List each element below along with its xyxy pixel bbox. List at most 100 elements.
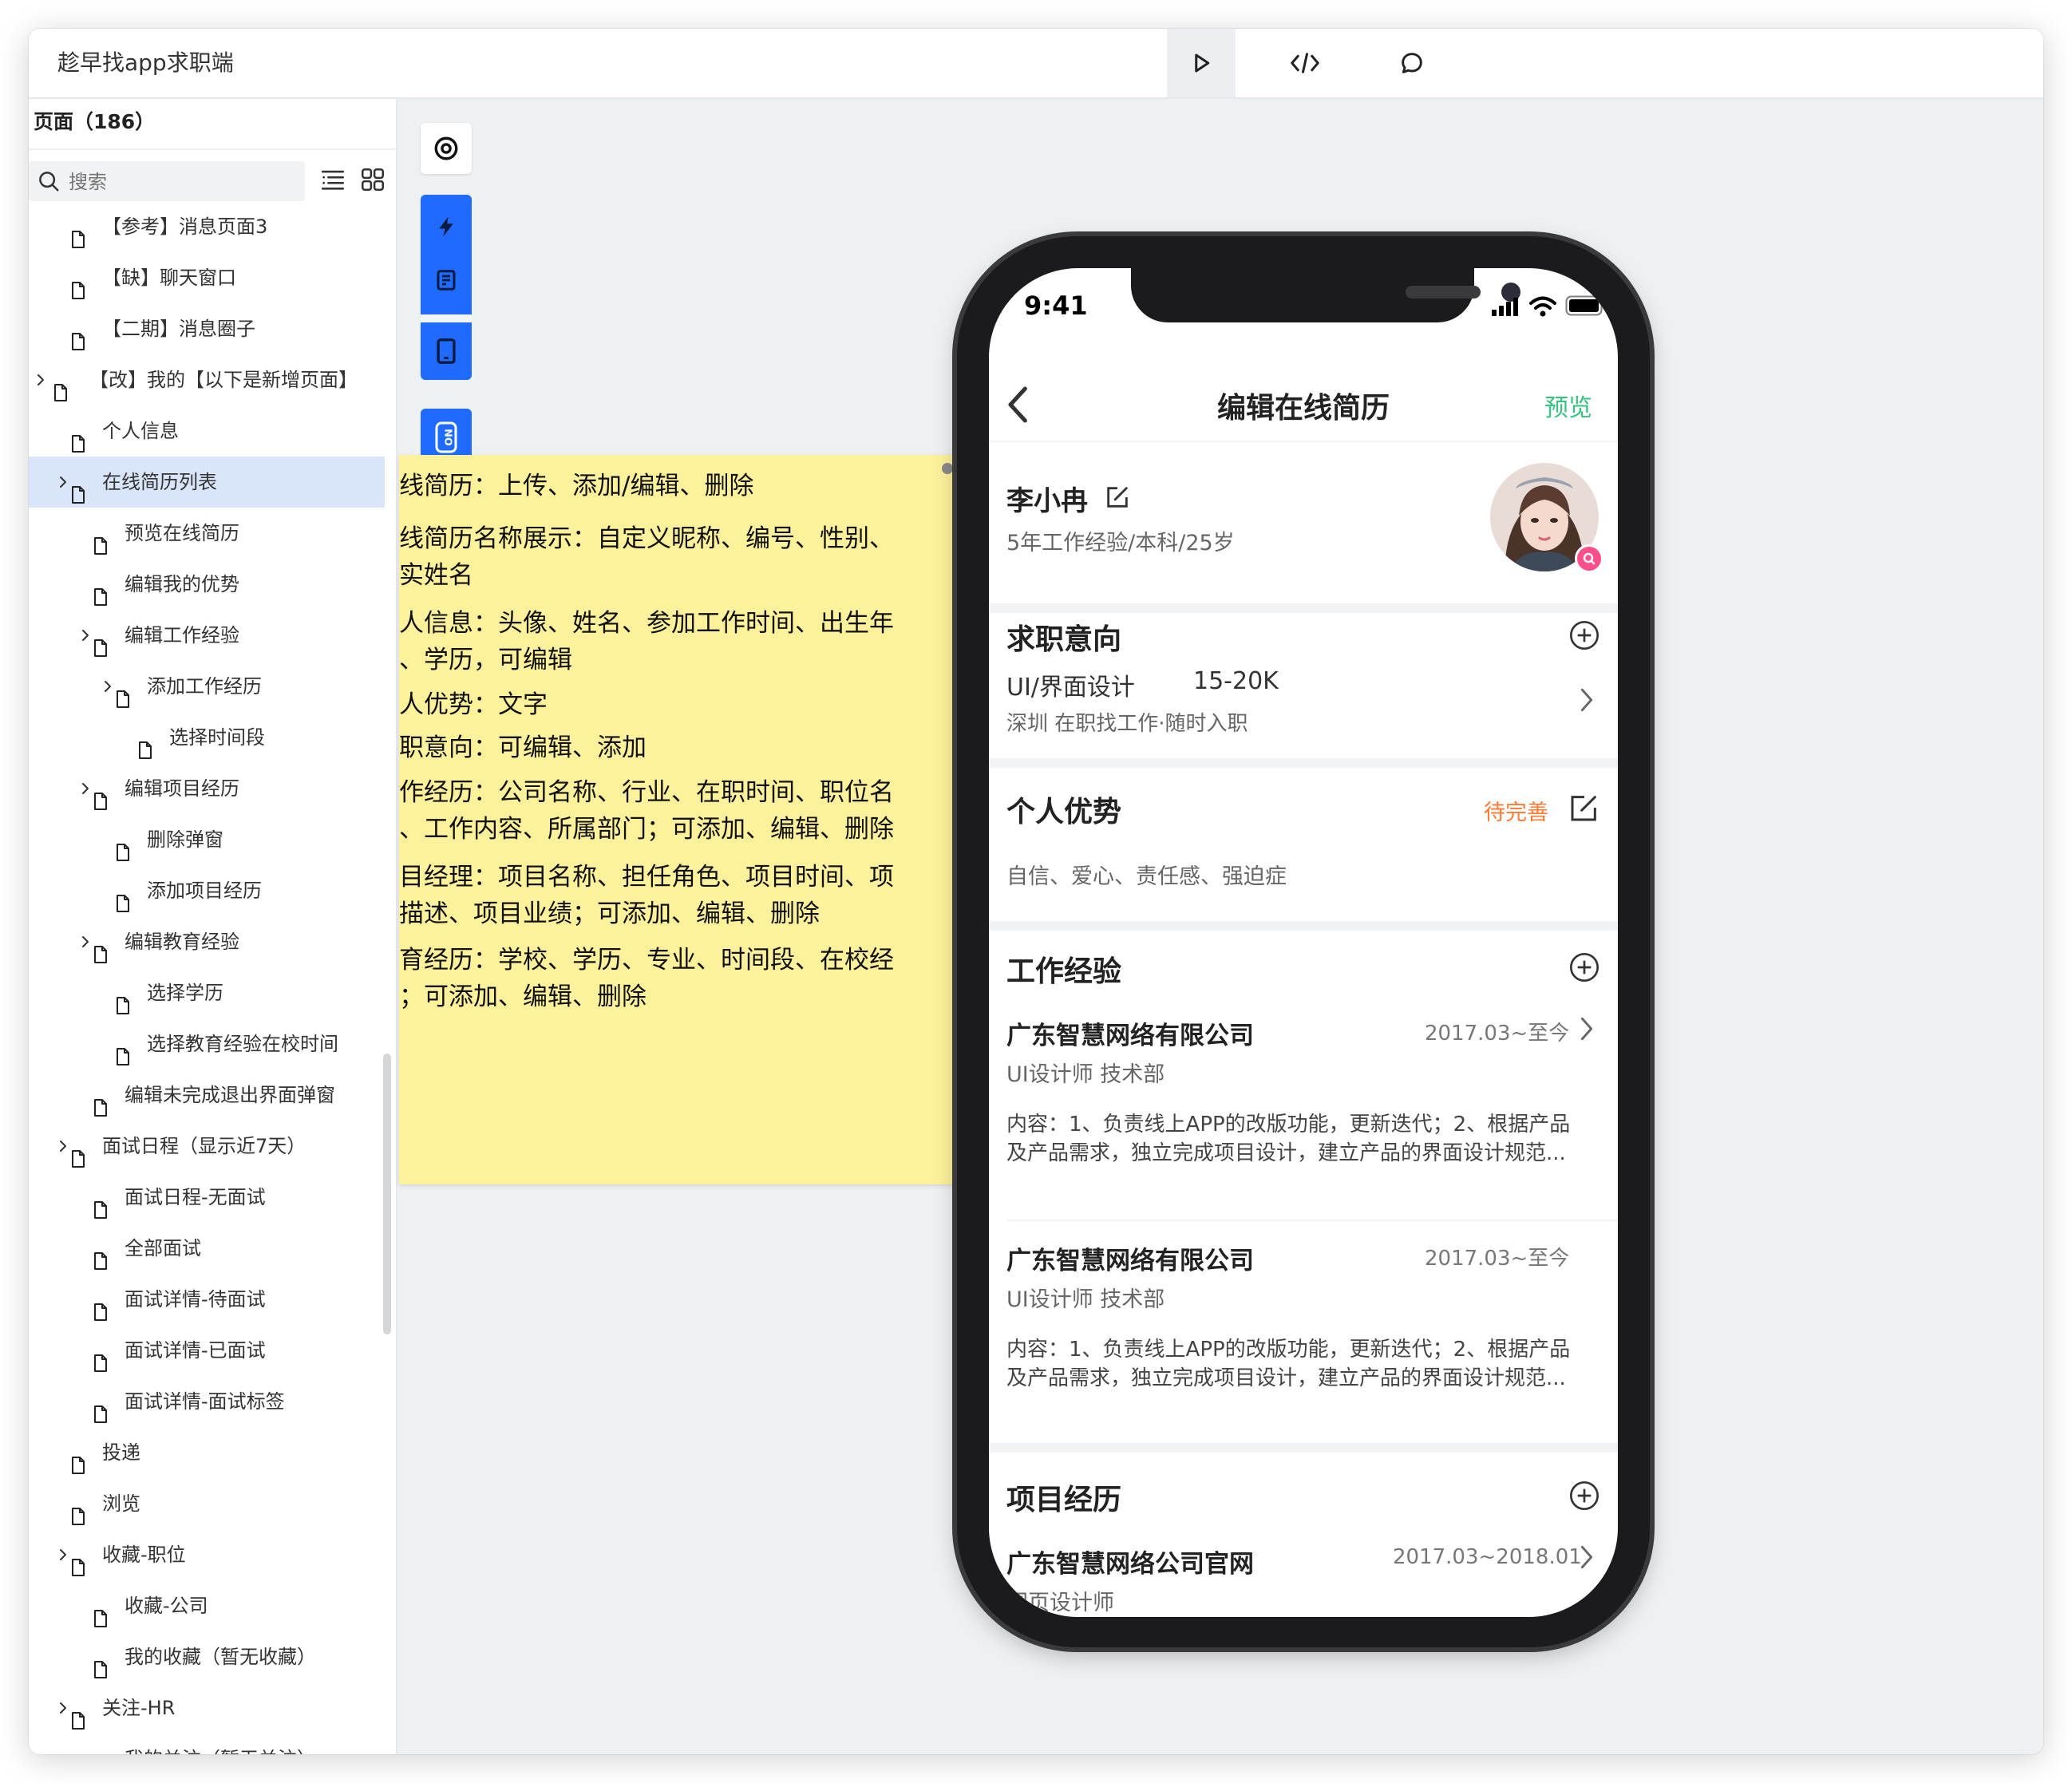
sidebar-scrollbar[interactable] <box>383 1054 391 1334</box>
lightning-icon[interactable] <box>434 212 458 241</box>
page-tree-item[interactable]: 面试详情-已面试 <box>29 1325 385 1376</box>
work-date: 2017.03~至今 <box>1425 1022 1570 1046</box>
section-divider <box>989 603 1618 613</box>
chevron-right-icon[interactable] <box>1578 686 1596 714</box>
chevron-right-icon[interactable] <box>56 1529 70 1580</box>
note-line: 育经历：学校、学历、专业、时间段、在校经 <box>399 946 894 975</box>
chevron-right-icon[interactable] <box>56 1682 70 1734</box>
page-tree-item[interactable]: 删除弹窗 <box>29 814 385 865</box>
nav-divider <box>989 441 1618 442</box>
page-tree-item[interactable]: 编辑项目经历 <box>29 763 385 814</box>
page-tree-label: 面试日程（显示近7天） <box>102 1135 306 1157</box>
page-tree-label: 编辑教育经验 <box>125 931 239 953</box>
page-tree-label: 添加项目经历 <box>147 880 262 902</box>
page-search[interactable] <box>29 161 305 203</box>
project-date: 2017.03~2018.01 <box>1393 1545 1582 1569</box>
page-tree-item[interactable]: 收藏-公司 <box>29 1580 385 1631</box>
work-content-line: 及产品需求，独立完成项目设计，建立产品的界面设计规范... <box>1006 1366 1566 1390</box>
page-tree-label: 面试详情-待面试 <box>125 1288 266 1311</box>
page-tree-item[interactable]: 【二期】消息圈子 <box>29 303 385 354</box>
note-line: 作经历：公司名称、行业、在职时间、职位名 <box>399 778 894 807</box>
page-tree-item[interactable]: 浏览 <box>29 1478 385 1529</box>
page-tree-item[interactable]: 编辑我的优势 <box>29 559 385 610</box>
page-tree-item[interactable]: 关注-HR <box>29 1682 385 1734</box>
comment-button[interactable] <box>1378 29 1446 97</box>
search-input[interactable] <box>67 161 302 203</box>
add-intent-icon[interactable] <box>1568 619 1600 651</box>
code-button[interactable] <box>1271 29 1339 97</box>
page-tree-item[interactable]: 面试详情-面试标签 <box>29 1376 385 1427</box>
on-toggle-icon: ON <box>435 421 457 453</box>
page-tree-item[interactable]: 添加项目经历 <box>29 865 385 916</box>
section-divider <box>989 1443 1618 1453</box>
page-tree-label: 【参考】消息页面3 <box>102 215 268 238</box>
pages-sidebar: 页面（186） 【参考】消息页面3 【缺】聊天窗口【二期】消息圈子【改】我的【以下… <box>29 99 397 1754</box>
page-tree-item[interactable]: 面试详情-待面试 <box>29 1274 385 1325</box>
page-tree-label: 关注-HR <box>102 1697 176 1719</box>
grid-view-icon[interactable] <box>359 166 386 193</box>
chevron-right-icon[interactable] <box>78 916 93 967</box>
advantage-text: 自信、爱心、责任感、强迫症 <box>1006 864 1287 889</box>
page-tree-item[interactable]: 选择教育经验在校时间 <box>29 1018 385 1069</box>
divider <box>29 148 396 150</box>
target-button[interactable] <box>421 123 472 174</box>
profile-meta: 5年工作经验/本科/25岁 <box>1006 531 1235 555</box>
page-tree-item[interactable]: 我的关注（暂无关注） <box>29 1734 385 1754</box>
page-tree-item[interactable]: 【缺】聊天窗口 <box>29 252 385 303</box>
edit-icon[interactable] <box>1104 484 1131 511</box>
page-tree: 【参考】消息页面3 【缺】聊天窗口【二期】消息圈子【改】我的【以下是新增页面】 个人… <box>29 201 385 1754</box>
code-icon <box>1291 53 1319 73</box>
page-tree-item[interactable]: 预览在线简历 <box>29 508 385 559</box>
chevron-right-icon[interactable] <box>101 661 115 712</box>
chevron-right-icon[interactable] <box>1578 1544 1596 1571</box>
note-line: 人信息：头像、姓名、参加工作时间、出生年 <box>399 609 894 638</box>
page-tree-item[interactable]: 编辑教育经验 <box>29 916 385 967</box>
svg-text:ON: ON <box>444 429 456 446</box>
note-line: 目经理：项目名称、担任角色、项目时间、项 <box>399 863 894 892</box>
chevron-right-icon[interactable] <box>78 610 93 661</box>
phone-screen: 9:41 编辑在线简历 预览 李小冉 5年工作经验/本科/25岁 求职意向 UI… <box>989 268 1618 1617</box>
work-role: UI设计师 技术部 <box>1006 1287 1165 1312</box>
note-line: 描述、项目业绩；可添加、编辑、删除 <box>399 899 820 928</box>
preview-button[interactable]: 预览 <box>1544 388 1592 423</box>
phone-notch <box>1131 268 1520 322</box>
document-icon[interactable] <box>434 267 458 294</box>
page-tree-item[interactable]: 投递 <box>29 1427 385 1478</box>
work-company: 广东智慧网络有限公司 <box>1006 1247 1254 1275</box>
page-tree-item[interactable]: 选择时间段 <box>29 712 385 763</box>
page-tree-item[interactable]: 收藏-职位 <box>29 1529 385 1580</box>
add-project-icon[interactable] <box>1568 1480 1600 1512</box>
page-tree-item[interactable]: 【参考】消息页面3 <box>29 201 385 252</box>
page-tree-item[interactable]: 个人信息 <box>29 405 385 457</box>
page-tree-item[interactable]: 在线简历列表 <box>29 457 385 508</box>
chevron-right-icon[interactable] <box>34 354 48 405</box>
annotation-note[interactable]: 线简历：上传、添加/编辑、删除 线简历名称展示：自定义昵称、编号、性别、 实姓名 人信… <box>399 455 988 1184</box>
list-view-icon[interactable] <box>319 166 346 193</box>
add-work-icon[interactable] <box>1568 951 1600 983</box>
page-tree-label: 【二期】消息圈子 <box>102 318 255 340</box>
chevron-right-icon[interactable] <box>56 457 70 508</box>
edit-advantage-icon[interactable] <box>1568 792 1600 824</box>
page-tree-label: 在线简历列表 <box>102 471 217 493</box>
page-tree-item[interactable]: 面试日程-无面试 <box>29 1172 385 1223</box>
page-tree-item[interactable]: 我的收藏（暂无收藏） <box>29 1631 385 1682</box>
page-tree-label: 添加工作经历 <box>147 675 262 698</box>
page-tree-item[interactable]: 编辑未完成退出界面弹窗 <box>29 1069 385 1121</box>
project-title: 项目经历 <box>1006 1484 1122 1516</box>
play-button[interactable] <box>1167 29 1236 97</box>
device-button[interactable] <box>421 322 472 380</box>
page-tree-label: 删除弹窗 <box>147 828 223 851</box>
advantage-title: 个人优势 <box>1006 796 1122 828</box>
intent-detail: 深圳 在职找工作·随时入职 <box>1006 712 1248 736</box>
nav-title: 编辑在线简历 <box>1216 392 1390 425</box>
page-tree-item[interactable]: 编辑工作经验 <box>29 610 385 661</box>
work-content-line: 内容：1、负责线上APP的改版功能，更新迭代；2、根据产品 <box>1006 1113 1571 1137</box>
page-tree-item[interactable]: 全部面试 <box>29 1223 385 1274</box>
chevron-right-icon[interactable] <box>78 763 93 814</box>
page-tree-item[interactable]: 添加工作经历 <box>29 661 385 712</box>
page-tree-item[interactable]: 面试日程（显示近7天） <box>29 1121 385 1172</box>
chevron-right-icon[interactable] <box>1578 1015 1596 1042</box>
page-tree-item[interactable]: 选择学历 <box>29 967 385 1018</box>
chevron-right-icon[interactable] <box>56 1121 70 1172</box>
page-tree-item[interactable]: 【改】我的【以下是新增页面】 <box>29 354 385 405</box>
